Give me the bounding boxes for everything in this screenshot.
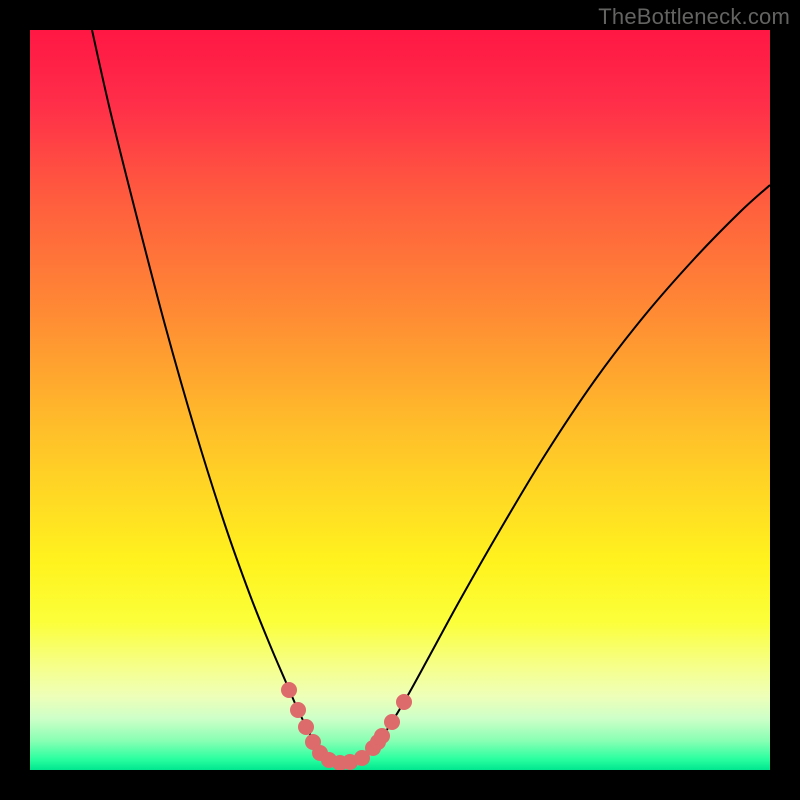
- watermark-text: TheBottleneck.com: [598, 4, 790, 30]
- curve-marker: [396, 694, 412, 710]
- curve-marker: [290, 702, 306, 718]
- curve-markers: [281, 682, 412, 770]
- curve-marker: [298, 719, 314, 735]
- curve-layer: [30, 30, 770, 770]
- curve-marker: [384, 714, 400, 730]
- curve-marker: [281, 682, 297, 698]
- plot-area: [30, 30, 770, 770]
- bottleneck-curve: [92, 30, 770, 764]
- curve-marker: [374, 728, 390, 744]
- chart-frame: TheBottleneck.com: [0, 0, 800, 800]
